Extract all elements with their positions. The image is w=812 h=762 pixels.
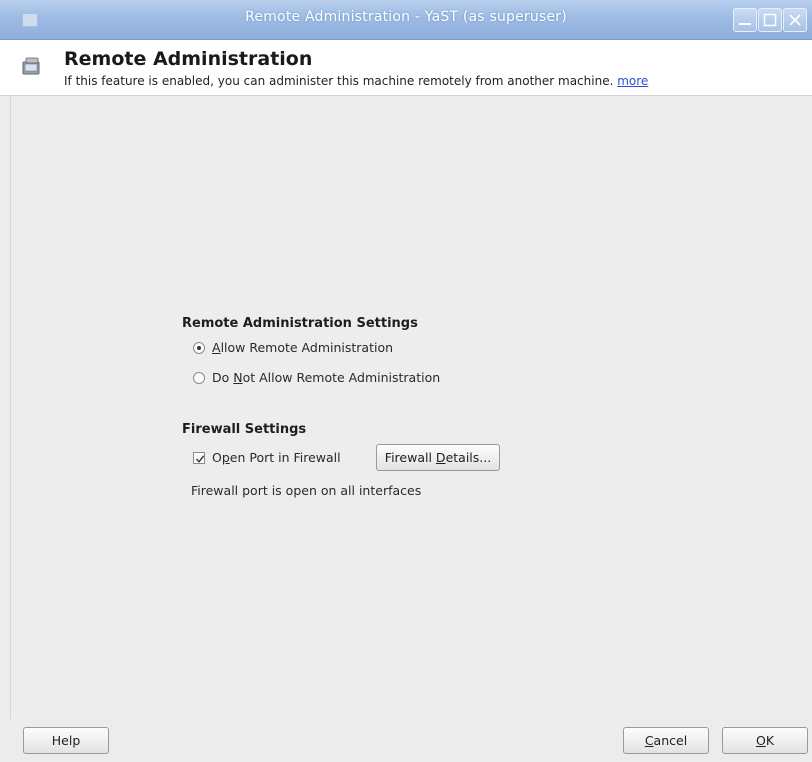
close-button[interactable] bbox=[783, 8, 807, 32]
allow-remote-admin-radio[interactable]: Allow Remote Administration bbox=[193, 340, 453, 358]
remote-admin-section-title: Remote Administration Settings bbox=[182, 316, 418, 331]
radio-indicator[interactable] bbox=[193, 342, 205, 354]
deny-remote-admin-radio[interactable]: Do Not Allow Remote Administration bbox=[193, 370, 493, 388]
cancel-button[interactable]: Cancel bbox=[623, 727, 709, 754]
minimize-button[interactable] bbox=[733, 8, 757, 32]
close-icon bbox=[789, 14, 801, 26]
maximize-button[interactable] bbox=[758, 8, 782, 32]
page-description-text: If this feature is enabled, you can admi… bbox=[64, 74, 614, 88]
dialog-content: Remote Administration Settings Allow Rem… bbox=[10, 96, 812, 719]
dialog-header: Remote Administration If this feature is… bbox=[0, 40, 812, 96]
remote-admin-icon bbox=[22, 57, 40, 75]
checkbox-indicator[interactable] bbox=[193, 452, 205, 464]
firewall-status-text: Firewall port is open on all interfaces bbox=[191, 483, 422, 498]
window-title-bar[interactable]: Remote Administration - YaST (as superus… bbox=[0, 0, 812, 40]
ok-button[interactable]: OK bbox=[722, 727, 808, 754]
more-link[interactable]: more bbox=[617, 74, 648, 88]
dialog-button-bar: Help Cancel OK bbox=[0, 719, 812, 762]
open-port-checkbox[interactable]: Open Port in Firewall bbox=[193, 450, 373, 468]
page-title: Remote Administration bbox=[64, 48, 313, 70]
maximize-icon bbox=[763, 13, 777, 27]
radio-indicator[interactable] bbox=[193, 372, 205, 384]
firewall-section-title: Firewall Settings bbox=[182, 422, 307, 437]
check-icon bbox=[195, 455, 205, 463]
page-description: If this feature is enabled, you can admi… bbox=[64, 74, 648, 88]
window-title: Remote Administration - YaST (as superus… bbox=[245, 9, 567, 25]
firewall-details-button[interactable]: Firewall Details... bbox=[376, 444, 500, 471]
minimize-icon bbox=[739, 23, 751, 25]
help-button[interactable]: Help bbox=[23, 727, 109, 754]
